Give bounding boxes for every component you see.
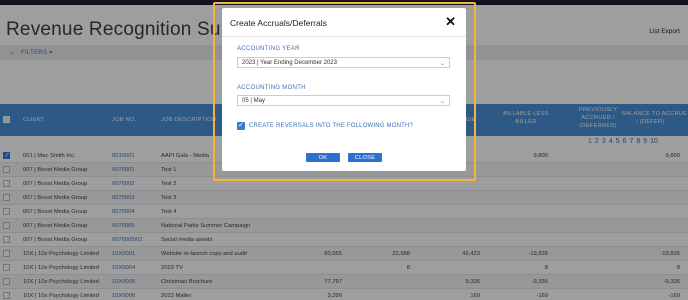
create-reversals-checkbox[interactable]	[237, 121, 245, 130]
accounting-month-label: ACCOUNTING MONTH	[237, 85, 306, 91]
accounting-year-value: 2023 | Year Ending December 2023	[242, 60, 337, 66]
close-button[interactable]: CLOSE	[348, 153, 382, 162]
dialog-divider	[222, 36, 466, 37]
accounting-year-select[interactable]: 2023 | Year Ending December 2023 ⌄	[237, 57, 450, 68]
create-accruals-dialog: Create Accruals/Deferrals ✕ ACCOUNTING Y…	[222, 8, 466, 171]
accounting-year-label: ACCOUNTING YEAR	[237, 46, 300, 52]
create-reversals-label[interactable]: CREATE REVERSALS INTO THE FOLLOWING MONT…	[249, 123, 413, 129]
accounting-month-value: 05 | May	[242, 98, 265, 104]
chevron-down-icon: ⌄	[439, 61, 445, 67]
accounting-month-select[interactable]: 05 | May ⌄	[237, 95, 450, 106]
chevron-down-icon: ⌄	[439, 99, 445, 105]
ok-button[interactable]: OK	[306, 153, 340, 162]
close-icon[interactable]: ✕	[445, 14, 456, 30]
dialog-title: Create Accruals/Deferrals	[230, 18, 327, 28]
